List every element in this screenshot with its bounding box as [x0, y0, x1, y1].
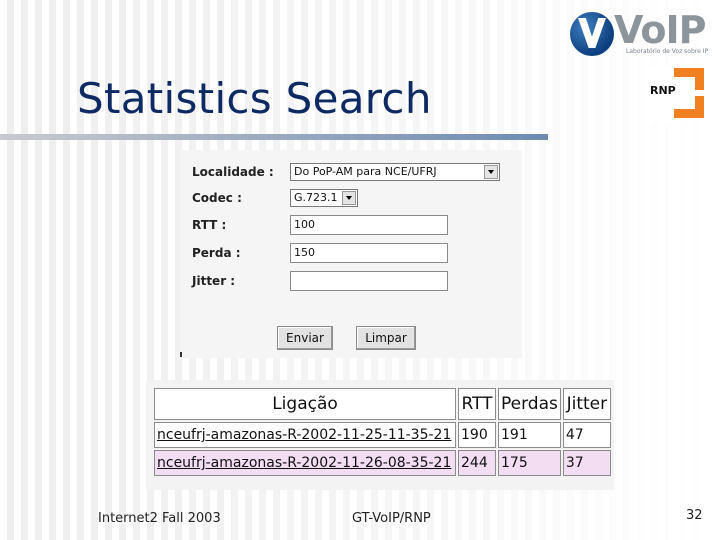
jitter-input[interactable] — [290, 271, 448, 291]
perdas-cell: 175 — [498, 450, 561, 476]
results-panel: Ligação RTT Perdas Jitter nceufrj-amazon… — [146, 380, 614, 490]
column-header-rtt: RTT — [458, 388, 496, 420]
codec-select[interactable]: G.723.1 — [290, 189, 358, 207]
slide-title: Statistics Search — [77, 74, 432, 123]
title-underline — [0, 134, 548, 140]
codec-selected-value: G.723.1 — [294, 191, 338, 204]
rnp-bracket-icon — [674, 96, 704, 118]
localidade-select[interactable]: Do PoP-AM para NCE/UFRJ — [290, 163, 500, 181]
localidade-label: Localidade : — [192, 165, 274, 179]
form-edge-mark — [180, 352, 182, 357]
enviar-button[interactable]: Enviar — [277, 326, 333, 350]
page-number: 32 — [686, 508, 703, 523]
codec-label: Codec : — [192, 191, 242, 205]
voip-logo: VoIP Laboratório de Voz sobre IP — [568, 8, 710, 58]
chevron-down-icon[interactable] — [484, 165, 498, 179]
ligacao-link[interactable]: nceufrj-amazonas-R-2002-11-26-08-35-21 — [154, 450, 456, 476]
localidade-selected-value: Do PoP-AM para NCE/UFRJ — [294, 165, 437, 178]
rnp-logo: RNP — [648, 66, 708, 122]
search-form: Localidade : Do PoP-AM para NCE/UFRJ Cod… — [180, 150, 522, 358]
voip-logo-tagline: Laboratório de Voz sobre IP — [626, 48, 709, 55]
footer-conference: Internet2 Fall 2003 — [98, 511, 221, 526]
voip-logo-text: VoIP — [614, 8, 706, 52]
column-header-jitter: Jitter — [562, 388, 611, 420]
column-header-perdas: Perdas — [498, 388, 561, 420]
rnp-bracket-icon — [674, 68, 704, 90]
perdas-cell: 191 — [498, 422, 561, 448]
rtt-cell: 244 — [458, 450, 496, 476]
rtt-cell: 190 — [458, 422, 496, 448]
rnp-logo-text: RNP — [650, 84, 676, 97]
perda-input[interactable]: 150 — [290, 243, 448, 263]
table-header-row: Ligação RTT Perdas Jitter — [154, 388, 611, 420]
results-table: Ligação RTT Perdas Jitter nceufrj-amazon… — [152, 386, 613, 478]
table-row: nceufrj-amazonas-R-2002-11-26-08-35-21 2… — [154, 450, 611, 476]
footer-organization: GT-VoIP/RNP — [352, 511, 431, 526]
rtt-input[interactable]: 100 — [290, 215, 448, 235]
jitter-cell: 37 — [562, 450, 611, 476]
voip-v-icon — [570, 12, 614, 56]
chevron-down-icon[interactable] — [342, 191, 356, 205]
jitter-cell: 47 — [562, 422, 611, 448]
perda-label: Perda : — [192, 246, 241, 260]
column-header-ligacao: Ligação — [154, 388, 456, 420]
table-row: nceufrj-amazonas-R-2002-11-25-11-35-21 1… — [154, 422, 611, 448]
rtt-label: RTT : — [192, 218, 227, 232]
jitter-label: Jitter : — [192, 274, 236, 288]
limpar-button[interactable]: Limpar — [356, 326, 416, 350]
ligacao-link[interactable]: nceufrj-amazonas-R-2002-11-25-11-35-21 — [154, 422, 456, 448]
